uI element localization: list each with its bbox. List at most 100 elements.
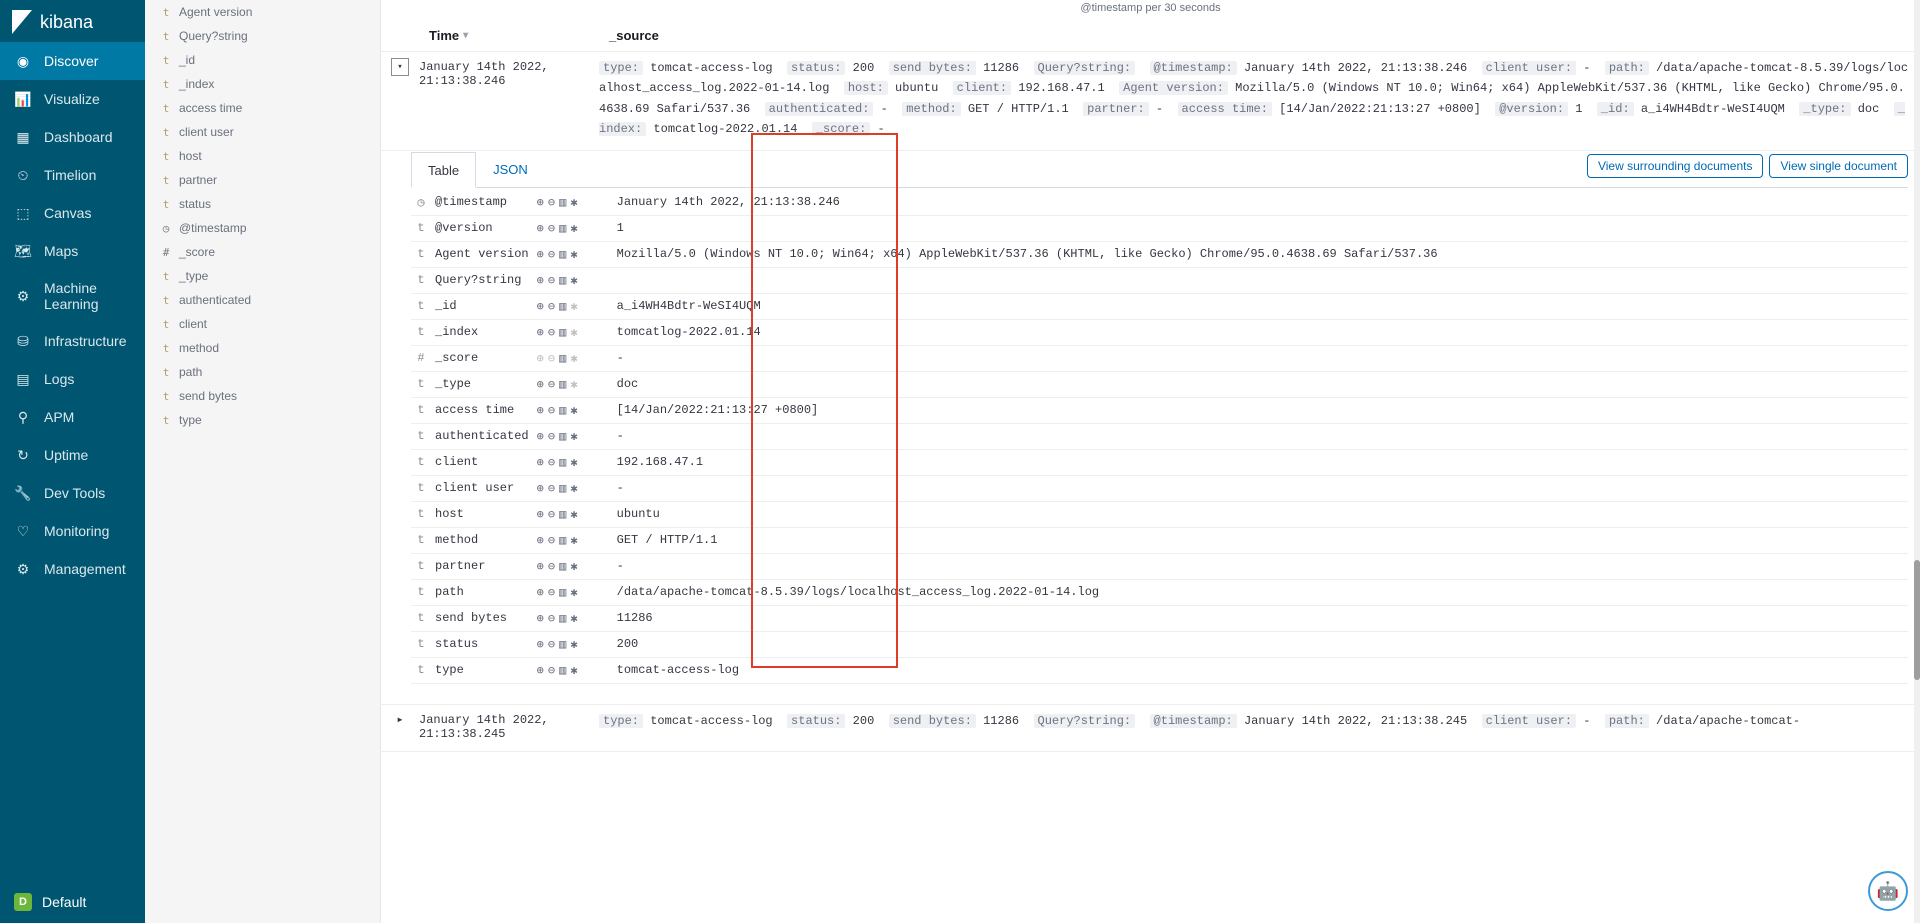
toggle-column-icon[interactable]: ▥	[559, 611, 566, 626]
exists-filter-icon[interactable]: ✱	[570, 221, 577, 236]
filter-for-icon[interactable]: ⊕	[537, 195, 544, 210]
toggle-column-icon[interactable]: ▥	[559, 325, 566, 340]
tab-json[interactable]: JSON	[476, 151, 545, 187]
toggle-column-icon[interactable]: ▥	[559, 403, 566, 418]
toggle-column-icon[interactable]: ▥	[559, 559, 566, 574]
filter-for-icon[interactable]: ⊕	[537, 299, 544, 314]
toggle-column-icon[interactable]: ▥	[559, 247, 566, 262]
nav-item-logs[interactable]: ▤Logs	[0, 360, 145, 398]
field-partner[interactable]: tpartner	[145, 168, 380, 192]
collapse-toggle[interactable]: ▾	[391, 58, 409, 76]
exists-filter-icon[interactable]: ✱	[570, 533, 577, 548]
nav-item-monitoring[interactable]: ♡Monitoring	[0, 512, 145, 550]
filter-for-icon[interactable]: ⊕	[537, 585, 544, 600]
scrollbar[interactable]	[1914, 0, 1920, 923]
filter-out-icon[interactable]: ⊖	[548, 351, 555, 366]
nav-item-maps[interactable]: 🗺Maps	[0, 232, 145, 270]
field--index[interactable]: t_index	[145, 72, 380, 96]
tab-table[interactable]: Table	[411, 152, 476, 188]
toggle-column-icon[interactable]: ▥	[559, 455, 566, 470]
filter-for-icon[interactable]: ⊕	[537, 221, 544, 236]
nav-item-infrastructure[interactable]: ⛁Infrastructure	[0, 322, 145, 360]
toggle-column-icon[interactable]: ▥	[559, 273, 566, 288]
toggle-column-icon[interactable]: ▥	[559, 481, 566, 496]
field--score[interactable]: #_score	[145, 240, 380, 264]
filter-out-icon[interactable]: ⊖	[548, 455, 555, 470]
exists-filter-icon[interactable]: ✱	[570, 663, 577, 678]
nav-item-timelion[interactable]: ⏲Timelion	[0, 156, 145, 194]
filter-out-icon[interactable]: ⊖	[548, 403, 555, 418]
exists-filter-icon[interactable]: ✱	[570, 403, 577, 418]
exists-filter-icon[interactable]: ✱	[570, 273, 577, 288]
filter-for-icon[interactable]: ⊕	[537, 325, 544, 340]
nav-item-canvas[interactable]: ⬚Canvas	[0, 194, 145, 232]
kibana-logo[interactable]: kibana	[0, 0, 145, 42]
sidebar-footer[interactable]: D Default	[0, 881, 145, 923]
field-send-bytes[interactable]: tsend bytes	[145, 384, 380, 408]
nav-item-discover[interactable]: ◉Discover	[0, 42, 145, 80]
nav-item-apm[interactable]: ⚲APM	[0, 398, 145, 436]
field-type[interactable]: ttype	[145, 408, 380, 432]
exists-filter-icon[interactable]: ✱	[570, 585, 577, 600]
exists-filter-icon[interactable]: ✱	[570, 247, 577, 262]
toggle-column-icon[interactable]: ▥	[559, 585, 566, 600]
field-host[interactable]: thost	[145, 144, 380, 168]
toggle-column-icon[interactable]: ▥	[559, 195, 566, 210]
exists-filter-icon[interactable]: ✱	[570, 377, 577, 392]
filter-for-icon[interactable]: ⊕	[537, 559, 544, 574]
nav-item-machine-learning[interactable]: ⚙Machine Learning	[0, 270, 145, 322]
filter-for-icon[interactable]: ⊕	[537, 455, 544, 470]
nav-item-dev-tools[interactable]: 🔧Dev Tools	[0, 474, 145, 512]
view-single-button[interactable]: View single document	[1769, 154, 1908, 178]
filter-for-icon[interactable]: ⊕	[537, 377, 544, 392]
column-time[interactable]: Time ▾	[429, 28, 609, 43]
exists-filter-icon[interactable]: ✱	[570, 481, 577, 496]
field-client[interactable]: tclient	[145, 312, 380, 336]
filter-out-icon[interactable]: ⊖	[548, 273, 555, 288]
exists-filter-icon[interactable]: ✱	[570, 195, 577, 210]
nav-item-management[interactable]: ⚙Management	[0, 550, 145, 588]
toggle-column-icon[interactable]: ▥	[559, 663, 566, 678]
filter-for-icon[interactable]: ⊕	[537, 507, 544, 522]
view-surrounding-button[interactable]: View surrounding documents	[1587, 154, 1764, 178]
filter-for-icon[interactable]: ⊕	[537, 403, 544, 418]
nav-item-visualize[interactable]: 📊Visualize	[0, 80, 145, 118]
filter-out-icon[interactable]: ⊖	[548, 221, 555, 236]
exists-filter-icon[interactable]: ✱	[570, 611, 577, 626]
toggle-column-icon[interactable]: ▥	[559, 429, 566, 444]
field-status[interactable]: tstatus	[145, 192, 380, 216]
filter-out-icon[interactable]: ⊖	[548, 637, 555, 652]
field-client-user[interactable]: tclient user	[145, 120, 380, 144]
filter-out-icon[interactable]: ⊖	[548, 533, 555, 548]
expand-toggle[interactable]: ▸	[391, 711, 409, 729]
toggle-column-icon[interactable]: ▥	[559, 377, 566, 392]
filter-for-icon[interactable]: ⊕	[537, 637, 544, 652]
field-path[interactable]: tpath	[145, 360, 380, 384]
toggle-column-icon[interactable]: ▥	[559, 351, 566, 366]
filter-for-icon[interactable]: ⊕	[537, 533, 544, 548]
toggle-column-icon[interactable]: ▥	[559, 221, 566, 236]
filter-for-icon[interactable]: ⊕	[537, 273, 544, 288]
filter-for-icon[interactable]: ⊕	[537, 351, 544, 366]
filter-out-icon[interactable]: ⊖	[548, 247, 555, 262]
field-access-time[interactable]: taccess time	[145, 96, 380, 120]
field--type[interactable]: t_type	[145, 264, 380, 288]
toggle-column-icon[interactable]: ▥	[559, 533, 566, 548]
filter-out-icon[interactable]: ⊖	[548, 195, 555, 210]
scrollbar-thumb[interactable]	[1914, 560, 1920, 680]
sort-desc-icon[interactable]: ▾	[463, 30, 468, 41]
field-query-string[interactable]: tQuery?string	[145, 24, 380, 48]
filter-out-icon[interactable]: ⊖	[548, 325, 555, 340]
toggle-column-icon[interactable]: ▥	[559, 507, 566, 522]
filter-out-icon[interactable]: ⊖	[548, 481, 555, 496]
nav-item-uptime[interactable]: ↻Uptime	[0, 436, 145, 474]
filter-out-icon[interactable]: ⊖	[548, 559, 555, 574]
exists-filter-icon[interactable]: ✱	[570, 637, 577, 652]
field--timestamp[interactable]: ◷@timestamp	[145, 216, 380, 240]
exists-filter-icon[interactable]: ✱	[570, 325, 577, 340]
filter-out-icon[interactable]: ⊖	[548, 663, 555, 678]
exists-filter-icon[interactable]: ✱	[570, 455, 577, 470]
filter-out-icon[interactable]: ⊖	[548, 507, 555, 522]
field-agent-version[interactable]: tAgent version	[145, 0, 380, 24]
filter-out-icon[interactable]: ⊖	[548, 377, 555, 392]
